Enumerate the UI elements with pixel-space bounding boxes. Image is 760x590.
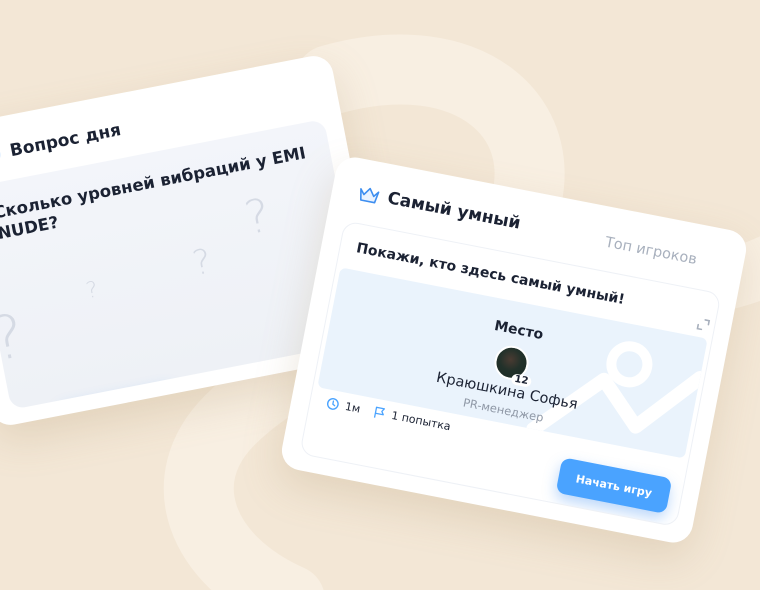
decor-question-mark-icon: ?: [84, 277, 101, 305]
smartest-game-card: Самый умный Топ игроков Покажи, кто здес…: [278, 154, 750, 546]
game-duration: 1м: [343, 399, 362, 416]
start-game-button[interactable]: Начать игру: [555, 457, 673, 514]
decor-question-mark-icon: ?: [189, 241, 215, 285]
question-text: Сколько уровней вибраций у EMI NUDE?: [0, 143, 308, 243]
expand-icon[interactable]: [695, 316, 711, 332]
crown-icon: [360, 187, 380, 204]
decor-question-mark-icon: ?: [0, 300, 31, 376]
flag-icon: [374, 406, 386, 418]
game-attempts: 1 попытка: [390, 408, 452, 434]
smartest-panel: Покажи, кто здесь самый умный! Место 12 …: [299, 220, 722, 528]
clock-icon: [326, 398, 339, 410]
question-card-title: Вопрос дня: [8, 120, 123, 162]
smartest-card-title: Самый умный: [385, 188, 523, 234]
question-card-header: ? Вопрос дня: [0, 120, 123, 166]
question-badge-icon: ?: [0, 144, 3, 166]
i-know-answer-button[interactable]: Я знаю ответ!: [57, 380, 181, 410]
top-players-link[interactable]: Топ игроков: [604, 235, 698, 268]
player-avatar-wrap: 12: [491, 342, 533, 388]
